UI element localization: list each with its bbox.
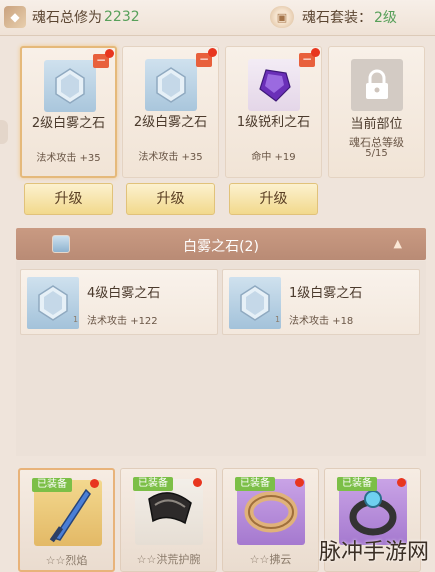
collapse-arrow-icon[interactable]: ▲ (394, 237, 402, 250)
gem-count: 1 (73, 315, 79, 324)
gem-category-header[interactable]: 白雾之石(2) ▲ (16, 228, 426, 260)
locked-socket-card[interactable]: 当前部位 魂石总等级 5/15 (328, 46, 425, 178)
inventory-gem-1[interactable]: 1 4级白雾之石 法术攻击 +122 (20, 269, 218, 335)
equipment-name: ☆☆烈焰 (45, 554, 88, 567)
gem-name: 2级白雾之石 (133, 115, 208, 130)
equipment-name: ☆☆拂云 (249, 553, 292, 566)
cultivation-value: 2232 (104, 9, 140, 25)
purple-gem-icon (248, 59, 300, 111)
gem-stat: 命中 +19 (251, 152, 296, 163)
site-watermark: 脉冲手游网 (318, 540, 429, 565)
gem-count: 1 (275, 315, 281, 324)
red-dot-badge (397, 478, 406, 487)
red-dot-badge (295, 478, 304, 487)
locked-title: 当前部位 (350, 117, 403, 132)
locked-progress: 5/15 (365, 148, 388, 159)
set-value: 2级 (374, 10, 397, 26)
upgrade-button-1[interactable]: 升级 (24, 183, 113, 215)
white-gem-icon (44, 60, 96, 112)
red-dot-badge (193, 478, 202, 487)
socket-card-1[interactable]: − 2级白雾之石 法术攻击 +35 (20, 46, 117, 178)
white-gem-icon (27, 277, 79, 329)
lock-icon (351, 59, 403, 111)
cultivation-icon: ◆ (4, 6, 26, 28)
set-label: 魂石套装： (302, 10, 372, 26)
gem-stat: 法术攻击 +35 (138, 152, 203, 163)
red-dot-badge (208, 48, 217, 57)
gem-name: 2级白雾之石 (31, 116, 106, 131)
white-gem-icon (145, 59, 197, 111)
equipment-slot-weapon[interactable]: 已装备 ☆☆烈焰 (18, 468, 115, 572)
gem-name: 1级锐利之石 (236, 115, 311, 130)
side-tab-handle[interactable] (0, 120, 8, 144)
equipped-tag: 已装备 (133, 477, 173, 491)
equipped-tag: 已装备 (337, 477, 377, 491)
socket-card-2[interactable]: − 2级白雾之石 法术攻击 +35 (122, 46, 219, 178)
upgrade-button-3[interactable]: 升级 (229, 183, 318, 215)
socket-card-3[interactable]: − 1级锐利之石 命中 +19 (225, 46, 322, 178)
gem-stat: 法术攻击 +122 (87, 316, 158, 327)
red-dot-badge (105, 49, 114, 58)
equipment-name: ☆☆洪荒护腕 (136, 553, 201, 566)
set-summary[interactable]: ▣ 魂石套装： 2级 (270, 6, 397, 28)
equipment-slot-bracer[interactable]: 已装备 ☆☆洪荒护腕 (120, 468, 217, 572)
equipped-tag: 已装备 (235, 477, 275, 491)
cultivation-title: 魂石总修为 (32, 10, 102, 26)
red-dot-badge (90, 479, 99, 488)
equipment-slot-ring[interactable]: 已装备 ☆☆拂云 (222, 468, 319, 572)
gem-name: 1级白雾之石 (289, 286, 363, 301)
treasure-box-icon: ▣ (270, 6, 294, 28)
inventory-gem-2[interactable]: 1 1级白雾之石 法术攻击 +18 (222, 269, 420, 335)
gem-stat: 法术攻击 +35 (36, 153, 101, 164)
gem-stat: 法术攻击 +18 (289, 316, 354, 327)
equipped-tag: 已装备 (32, 478, 72, 492)
category-title: 白雾之石(2) (183, 239, 259, 255)
cultivation-summary: ◆ 魂石总修为 2232 (4, 6, 140, 28)
gem-name: 4级白雾之石 (87, 286, 161, 301)
red-dot-badge (311, 48, 320, 57)
white-gem-icon (229, 277, 281, 329)
top-header: ◆ 魂石总修为 2232 ▣ 魂石套装： 2级 (0, 0, 435, 36)
upgrade-button-2[interactable]: 升级 (126, 183, 215, 215)
